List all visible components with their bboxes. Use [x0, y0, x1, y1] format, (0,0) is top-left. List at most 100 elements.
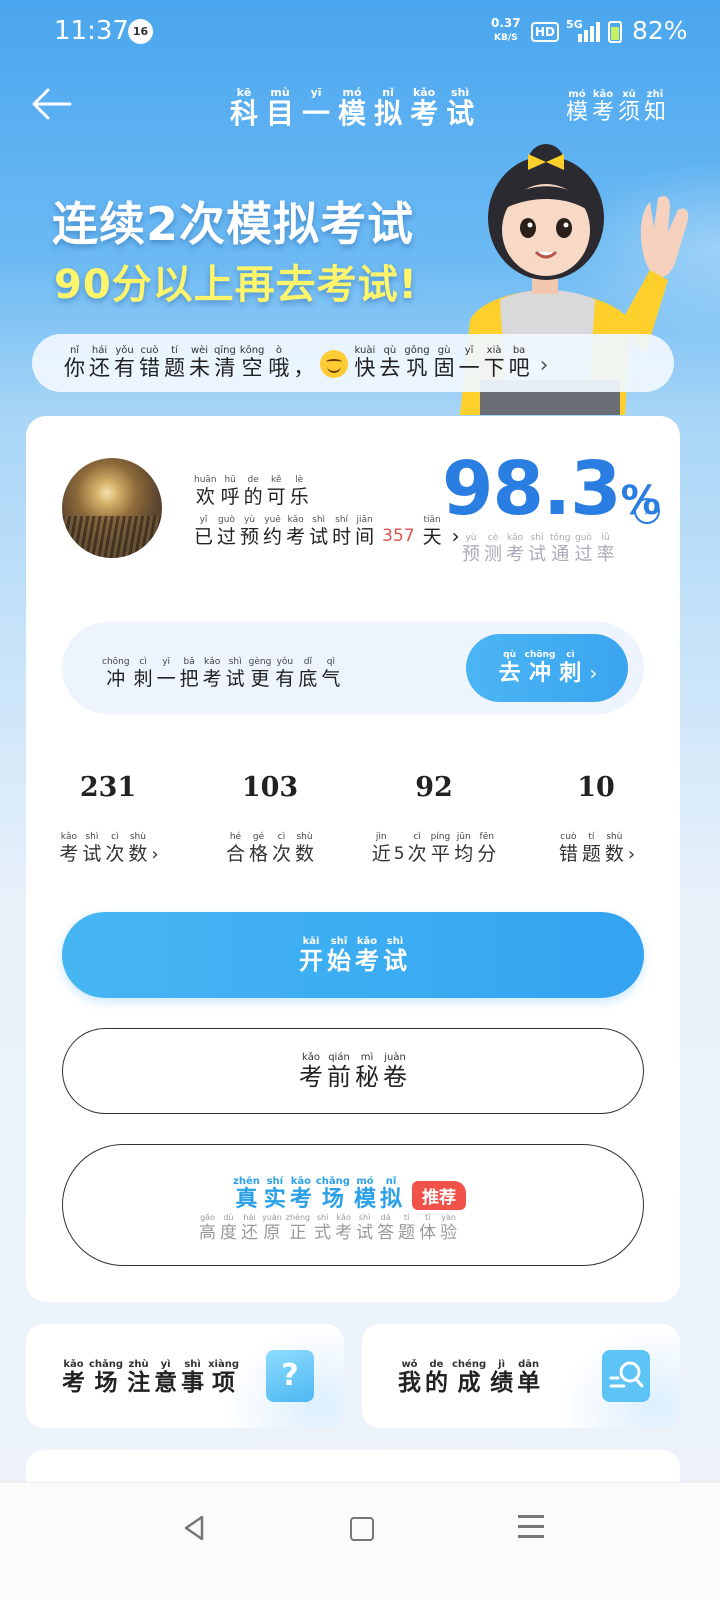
ruby-char: píng 平 [431, 831, 451, 865]
hanzi: 题 [398, 1223, 416, 1243]
nav-home-icon[interactable] [350, 1517, 374, 1541]
hanzi: 空 [241, 355, 263, 380]
pinyin: gǒng [404, 344, 430, 356]
ruby-char: shí 时 [332, 514, 351, 548]
ruby-char: wǒ 我 [398, 1358, 421, 1396]
hanzi: 意 [154, 1370, 178, 1396]
ruby-char: yì 意 [154, 1358, 177, 1396]
pinyin: ò [275, 344, 282, 356]
pass-rate-chevron-icon[interactable]: › [634, 498, 660, 524]
ruby-char: shì 试 [309, 514, 328, 548]
ruby-char: ba 吧 [509, 344, 530, 380]
pinyin: hái [91, 344, 108, 356]
banner-headline: 连续2次模拟考试 [52, 197, 415, 251]
hanzi: 知 [643, 100, 666, 125]
sprint-button[interactable]: qù 去 chōng 冲 cì 刺 › [466, 634, 628, 702]
ruby-char: zhēn 真 [233, 1175, 260, 1212]
ruby-char: mó 模 [338, 86, 366, 130]
hanzi: 分 [477, 843, 497, 865]
hanzi: 吧 [508, 355, 530, 380]
hanzi: 清 [214, 355, 236, 380]
hanzi: 哦 [268, 355, 290, 380]
hanzi: 已 [194, 526, 214, 548]
ruby-char: chǎng 场 [89, 1358, 123, 1396]
hanzi: 过 [217, 526, 237, 548]
ruby-char: kǎo 考 [59, 831, 78, 865]
hanzi: 错 [558, 843, 578, 865]
ruby-char: kǎo 考 [286, 514, 305, 548]
exam-notes-card[interactable]: kǎo 考 chǎng 场 zhù 注 yì 意 shì 事 xiàng 项 ? [26, 1324, 344, 1428]
hanzi: 试 [356, 1223, 374, 1243]
pass-rate[interactable]: 98.3% [442, 446, 661, 532]
ruby-char: shí 实 [264, 1175, 286, 1212]
ruby-char: mó 模 [354, 1175, 376, 1212]
hanzi: 约 [263, 526, 283, 548]
ruby-char: kǎo 考 [410, 86, 438, 130]
hanzi: 呼 [220, 486, 240, 508]
ruby-char: gǒng 巩 [404, 344, 429, 380]
sprint-button-label: qù 去 chōng 冲 cì 刺 [497, 649, 584, 686]
hanzi: 单 [517, 1370, 541, 1396]
ruby-char: cuò 错 [139, 344, 160, 380]
real-exam-subtitle: gāo 高 dù 度 hái 还 yuán 原 zhèng 正 shì 式 kǎo 考 shì 试 dá 答 tí 题… [197, 1211, 459, 1243]
ruby-char: tōng 通 [550, 532, 570, 565]
hanzi: 次 [105, 843, 125, 865]
pre-exam-paper-label: kǎo 考 qián 前 mì 秘 juàn 卷 [297, 1051, 409, 1090]
ruby-char: cì 次 [272, 831, 291, 865]
hanzi: 试 [383, 947, 407, 976]
hanzi: 考 [289, 1187, 312, 1212]
ruby-char: hū 呼 [221, 474, 240, 508]
pre-exam-paper-button[interactable]: kǎo 考 qián 前 mì 秘 juàn 卷 [62, 1028, 644, 1114]
hanzi: 事 [181, 1370, 205, 1396]
hanzi: 固 [433, 355, 455, 380]
pinyin: cuò [140, 344, 159, 356]
stats-row: 231 kǎo 考 shì 试 cì 次 shù 数 › 103 hé 合 gé 格 cì 次 shù 数 92 jìn… [26, 772, 680, 872]
stat-label: cuò 错 tí 题 shù 数 › [516, 831, 676, 865]
real-exam-simulation-button[interactable]: zhēn 真 shí 实 kǎo 考 chǎng 场 mó 模 nǐ 拟 推荐 gāo 高 dù 度 hái 还… [62, 1144, 644, 1266]
sprint-text: chōng 冲 cì 刺 yī 一 bǎ 把 kǎo 考 shì 试 gèng 更 yǒu 有 dǐ 底 qì 气 [100, 656, 342, 690]
wrong-questions-tip[interactable]: nǐ 你 hái 还 yǒu 有 cuò 错 tí 题 wèi 未 qīng 清 kōng 空 ò 哦 ， kuà… [32, 334, 674, 392]
passed-days-label: yǐ 已 guò 过 yù 预 yuē 约 kǎo 考 shì 试 shí 时 jiān 间 [192, 514, 376, 548]
stat-item[interactable]: 231 kǎo 考 shì 试 cì 次 shù 数 › [28, 772, 188, 865]
hanzi: 一 [302, 97, 331, 130]
ruby-char: nǐ 拟 [374, 86, 402, 130]
hanzi: 合 [225, 843, 245, 865]
nav-back-icon[interactable] [180, 1513, 210, 1543]
ruby-char: zhī 知 [644, 88, 666, 125]
hanzi: 考 [591, 100, 614, 125]
avatar[interactable] [62, 458, 162, 558]
hanzi: 的 [243, 486, 263, 508]
hanzi: 冲 [106, 668, 126, 690]
hanzi: 场 [94, 1370, 118, 1396]
ruby-char: shì 事 [181, 1358, 204, 1396]
hanzi: 的 [425, 1370, 448, 1396]
exam-guide-link[interactable]: mó 模 kǎo 考 xū 须 zhī 知 [564, 88, 668, 125]
ruby-char: hái 还 [241, 1211, 258, 1243]
nav-menu-icon[interactable] [518, 1513, 544, 1539]
chevron-right-icon: › [539, 353, 549, 378]
hanzi: 预 [240, 526, 260, 548]
start-exam-button[interactable]: kāi 开 shǐ 始 kǎo 考 shì 试 [62, 912, 644, 998]
stat-item[interactable]: 10 cuò 错 tí 题 shù 数 › [516, 772, 676, 865]
hanzi: 通 [551, 544, 570, 565]
ruby-char: kǎo 考 [355, 935, 379, 974]
hanzi: 开 [299, 947, 323, 976]
battery-percent: 82% [632, 16, 688, 45]
passed-days-row[interactable]: yǐ 已 guò 过 yù 预 yuē 约 kǎo 考 shì 试 shí 时 jiān 间 357 tiān… [192, 514, 460, 548]
ruby-char: kē 科 [230, 86, 258, 130]
ruby-char: dǐ 底 [298, 656, 317, 690]
chevron-right-icon: › [589, 661, 598, 685]
question-icon: ? [266, 1350, 314, 1402]
hanzi: 数 [604, 843, 624, 865]
ruby-char: lè 乐 [290, 474, 309, 508]
my-scores-card[interactable]: wǒ 我 de 的 chéng 成 jì 绩 dān 单 [362, 1324, 680, 1428]
hanzi: 考 [335, 1223, 353, 1243]
back-arrow-icon[interactable] [30, 84, 74, 124]
hanzi: 天 [422, 526, 442, 548]
hanzi: 近 [371, 843, 391, 865]
ruby-char: chōng 冲 [102, 656, 130, 690]
ruby-char: shì 式 [314, 1211, 331, 1243]
ruby-char: qù 去 [499, 649, 521, 686]
hanzi: 去 [379, 355, 401, 380]
pinyin: yǒu [115, 344, 134, 356]
